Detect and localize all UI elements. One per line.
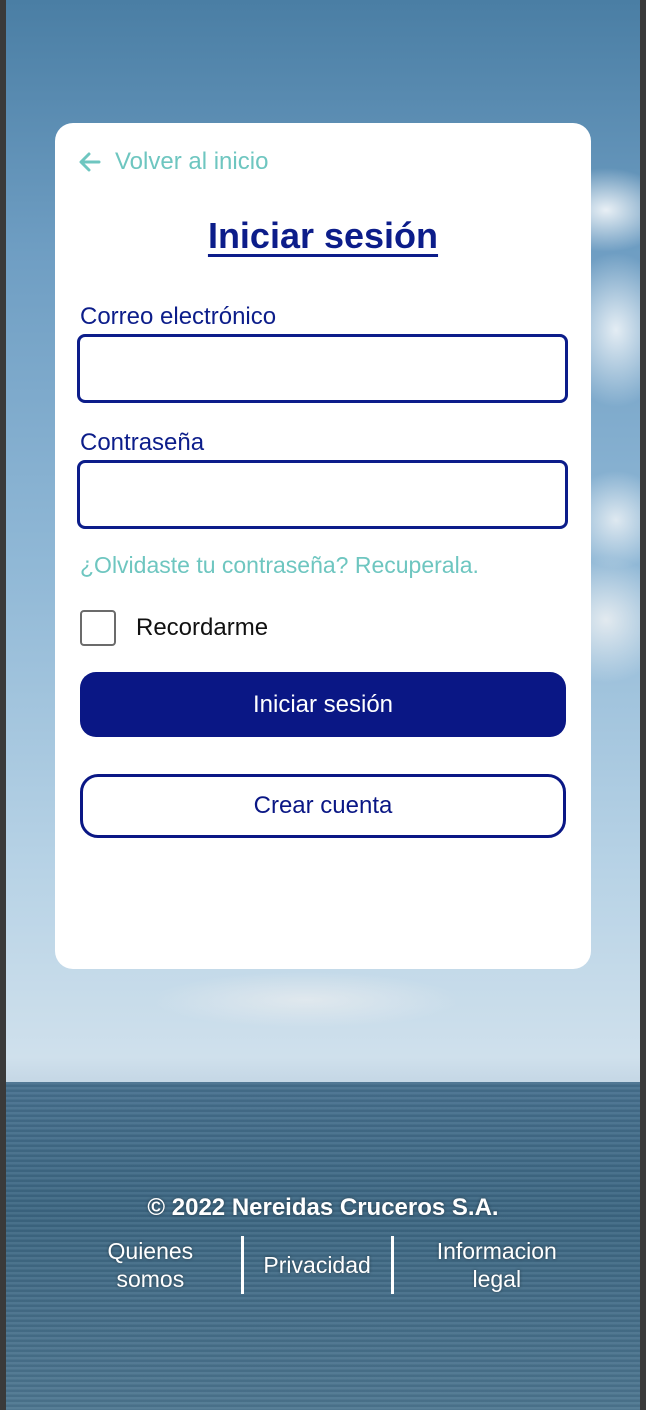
footer-divider [390,1236,394,1294]
remember-me-label: Recordarme [136,614,269,641]
create-account-button[interactable]: Crear cuenta [80,774,566,838]
footer-link-about[interactable]: Quienes somos [66,1237,235,1293]
email-label: Correo electrónico [80,303,277,330]
footer-link-legal-line2: legal [472,1266,522,1292]
footer-link-about-line1: Quienes [107,1238,194,1264]
back-to-home-link[interactable]: Volver al inicio [79,147,268,177]
background-photo: Volver al inicio Iniciar sesión Correo e… [6,0,640,1410]
page-title-text: Iniciar sesión [207,215,439,256]
footer-link-about-line2: somos [116,1266,185,1292]
footer-link-legal-line1: Informacion [436,1238,557,1264]
copyright-text: © 2022 Nereidas Cruceros S.A. [147,1194,499,1221]
password-label: Contraseña [80,429,205,456]
page-title: Iniciar sesión [55,215,591,257]
login-card: Volver al inicio Iniciar sesión Correo e… [55,123,591,969]
footer-link-privacy-label: Privacidad [263,1252,371,1278]
back-link-label: Volver al inicio [115,148,269,175]
remember-me-row: Recordarme [80,610,268,646]
footer-link-legal[interactable]: Informacion legal [398,1237,596,1293]
remember-me-checkbox[interactable] [80,610,116,646]
footer-links: Quienes somos Privacidad Informacion leg… [66,1236,596,1294]
login-button[interactable]: Iniciar sesión [80,672,566,737]
arrow-left-icon [79,152,101,172]
forgot-password-link[interactable]: ¿Olvidaste tu contraseña? Recuperala. [80,552,479,579]
email-field[interactable] [77,334,568,403]
password-field[interactable] [77,460,568,529]
footer-link-privacy[interactable]: Privacidad [244,1251,391,1279]
